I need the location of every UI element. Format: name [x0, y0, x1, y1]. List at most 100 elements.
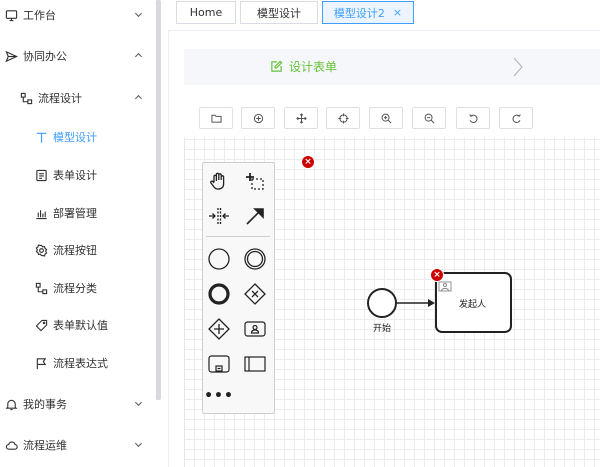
target-plus-icon [253, 113, 263, 123]
sidebar-item-process-expression[interactable]: 流程表达式 [0, 349, 157, 377]
tab-label: 模型设计 [257, 6, 301, 20]
user-task-icon [244, 321, 266, 337]
form-icon [34, 168, 48, 182]
tag-icon [34, 318, 48, 332]
bell-icon [4, 397, 18, 411]
step-bar [184, 49, 600, 85]
open-file-button[interactable] [199, 107, 233, 129]
create-parallel-gateway[interactable] [204, 314, 234, 344]
sidebar-item-label: 表单设计 [53, 169, 97, 182]
sidebar-item-model-design[interactable]: 模型设计 [0, 123, 157, 151]
tab-model-design[interactable]: 模型设计 [240, 1, 318, 24]
start-event[interactable] [367, 288, 397, 318]
sidebar-item-collaboration[interactable]: 协同办公 [0, 42, 157, 70]
chevron-up-icon [134, 52, 143, 58]
edit-icon [271, 60, 283, 72]
palette-separator [206, 236, 270, 237]
sidebar-item-label: 流程表达式 [53, 357, 108, 370]
hand-tool[interactable] [204, 166, 234, 196]
space-tool-icon [209, 208, 229, 224]
more-tools-button[interactable]: ••• [204, 381, 234, 411]
step-design-form[interactable]: 设计表单 [270, 58, 337, 75]
intermediate-event-icon [244, 248, 266, 270]
sidebar-item-label: 协同办公 [23, 50, 67, 63]
flag-icon [34, 356, 48, 370]
move-icon [295, 112, 307, 124]
sidebar-item-label: 部署管理 [53, 207, 97, 220]
bar-chart-icon [34, 206, 48, 220]
chevron-down-icon [134, 12, 143, 18]
redo-button[interactable] [499, 107, 533, 129]
sidebar-item-my-affairs[interactable]: 我的事务 [0, 390, 157, 418]
send-icon [4, 49, 18, 63]
connect-tool[interactable] [240, 201, 270, 231]
step-label-text: 设计表单 [289, 60, 338, 74]
sidebar-item-label: 流程分类 [53, 282, 97, 295]
sidebar-item-label: 表单默认值 [53, 319, 108, 332]
subprocess-icon [208, 355, 230, 373]
gateway-icon [244, 283, 266, 305]
user-task-label: 发起人 [459, 300, 487, 310]
folder-icon [210, 114, 222, 123]
sidebar-item-process-design[interactable]: 流程设计 [0, 84, 157, 112]
parallel-gateway-icon [208, 318, 230, 340]
start-event-icon [208, 248, 230, 270]
space-tool[interactable] [204, 201, 234, 231]
start-event-label: 开始 [373, 324, 392, 334]
zoom-out-button[interactable] [412, 107, 446, 129]
chevron-down-icon [134, 442, 143, 448]
close-icon[interactable]: × [393, 6, 402, 19]
sidebar: 工作台 协同办公 流程设计 模型设计 表单设计 部署管理 流程按钮 流程分类 表… [0, 0, 157, 467]
create-start-event[interactable] [204, 244, 234, 274]
zoom-in-button[interactable] [369, 107, 403, 129]
tab-model-design-2[interactable]: 模型设计2 × [322, 1, 414, 24]
sidebar-scrollbar[interactable] [156, 0, 161, 400]
chevron-up-icon [134, 94, 143, 100]
create-end-event[interactable] [204, 279, 234, 309]
sidebar-item-form-design[interactable]: 表单设计 [0, 161, 157, 189]
sidebar-item-label: 流程运维 [23, 439, 67, 452]
undo-icon [468, 113, 477, 123]
cloud-icon [4, 438, 18, 452]
sidebar-item-process-buttons[interactable]: 流程按钮 [0, 236, 157, 264]
sidebar-item-process-category[interactable]: 流程分类 [0, 274, 157, 302]
zoom-in-icon [381, 113, 391, 123]
error-marker[interactable]: × [301, 155, 315, 169]
sidebar-item-form-defaults[interactable]: 表单默认值 [0, 311, 157, 339]
create-exclusive-gateway[interactable] [240, 279, 270, 309]
fit-view-button[interactable] [241, 107, 275, 129]
create-subprocess[interactable] [204, 349, 234, 379]
tab-label: Home [189, 6, 223, 19]
end-event-icon [208, 283, 230, 305]
create-pool[interactable] [240, 349, 270, 379]
gear-icon [34, 243, 48, 257]
tabs-bar: Home 模型设计 模型设计2 × [170, 0, 600, 26]
chevron-right-icon [513, 57, 523, 77]
sidebar-item-label: 流程设计 [38, 92, 82, 105]
create-intermediate-event[interactable] [240, 244, 270, 274]
chevron-down-icon [134, 401, 143, 407]
error-marker[interactable]: × [430, 268, 444, 282]
crosshair-icon [337, 112, 349, 124]
tab-home[interactable]: Home [176, 1, 236, 24]
monitor-icon [4, 8, 18, 22]
sidebar-item-label: 工作台 [23, 9, 56, 22]
sidebar-item-workbench[interactable]: 工作台 [0, 1, 157, 29]
flow-icon [34, 281, 48, 295]
create-user-task[interactable] [240, 314, 270, 344]
undo-button[interactable] [456, 107, 490, 129]
lasso-tool-icon [246, 173, 264, 190]
zoom-out-icon [424, 113, 434, 123]
redo-icon [512, 113, 521, 123]
move-canvas-button[interactable] [284, 107, 318, 129]
center-view-button[interactable] [326, 107, 360, 129]
tab-label: 模型设计2 [333, 6, 385, 20]
lasso-tool[interactable] [240, 166, 270, 196]
pool-icon [244, 356, 266, 372]
sidebar-item-deploy-management[interactable]: 部署管理 [0, 199, 157, 227]
text-t-icon [34, 130, 48, 144]
sidebar-item-process-ops[interactable]: 流程运维 [0, 431, 157, 459]
sidebar-item-label: 模型设计 [53, 131, 97, 144]
connect-tool-icon [246, 208, 264, 225]
sidebar-item-label: 我的事务 [23, 398, 67, 411]
